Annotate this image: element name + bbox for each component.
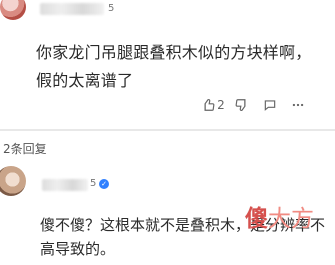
- watermark: 傻大方: [245, 208, 314, 231]
- avatar[interactable]: [0, 0, 26, 20]
- thread-divider: [0, 129, 335, 131]
- like-count: 2: [217, 98, 225, 112]
- comment-text: 你家龙门吊腿跟叠积木似的方块样啊，假的太离谱了: [36, 43, 312, 90]
- like-button[interactable]: 2: [198, 96, 228, 114]
- more-icon: [291, 98, 305, 112]
- watermark-secondary: 大方: [268, 206, 314, 232]
- reply-button[interactable]: [256, 96, 284, 114]
- level-badge: 5: [108, 3, 115, 14]
- reply-username-blurred[interactable]: [42, 179, 88, 191]
- more-button[interactable]: [284, 96, 312, 114]
- thumbs-up-icon: [201, 98, 215, 112]
- dislike-button[interactable]: [228, 96, 256, 114]
- watermark-primary: 傻: [245, 206, 268, 232]
- reply-count-label[interactable]: 2条回复: [3, 140, 47, 157]
- thumbs-down-icon: [235, 98, 249, 112]
- reply-avatar[interactable]: [0, 166, 26, 196]
- verified-icon: ✓: [99, 179, 109, 189]
- username-blurred[interactable]: [40, 3, 104, 15]
- comment-actions: 2: [198, 96, 312, 114]
- comment-icon: [263, 98, 277, 112]
- comment-thread: 5 你家龙门吊腿跟叠积木似的方块样啊，假的太离谱了 2 2条回复 5 ✓ 傻不傻…: [0, 0, 335, 265]
- reply-level-badge: 5: [90, 178, 97, 189]
